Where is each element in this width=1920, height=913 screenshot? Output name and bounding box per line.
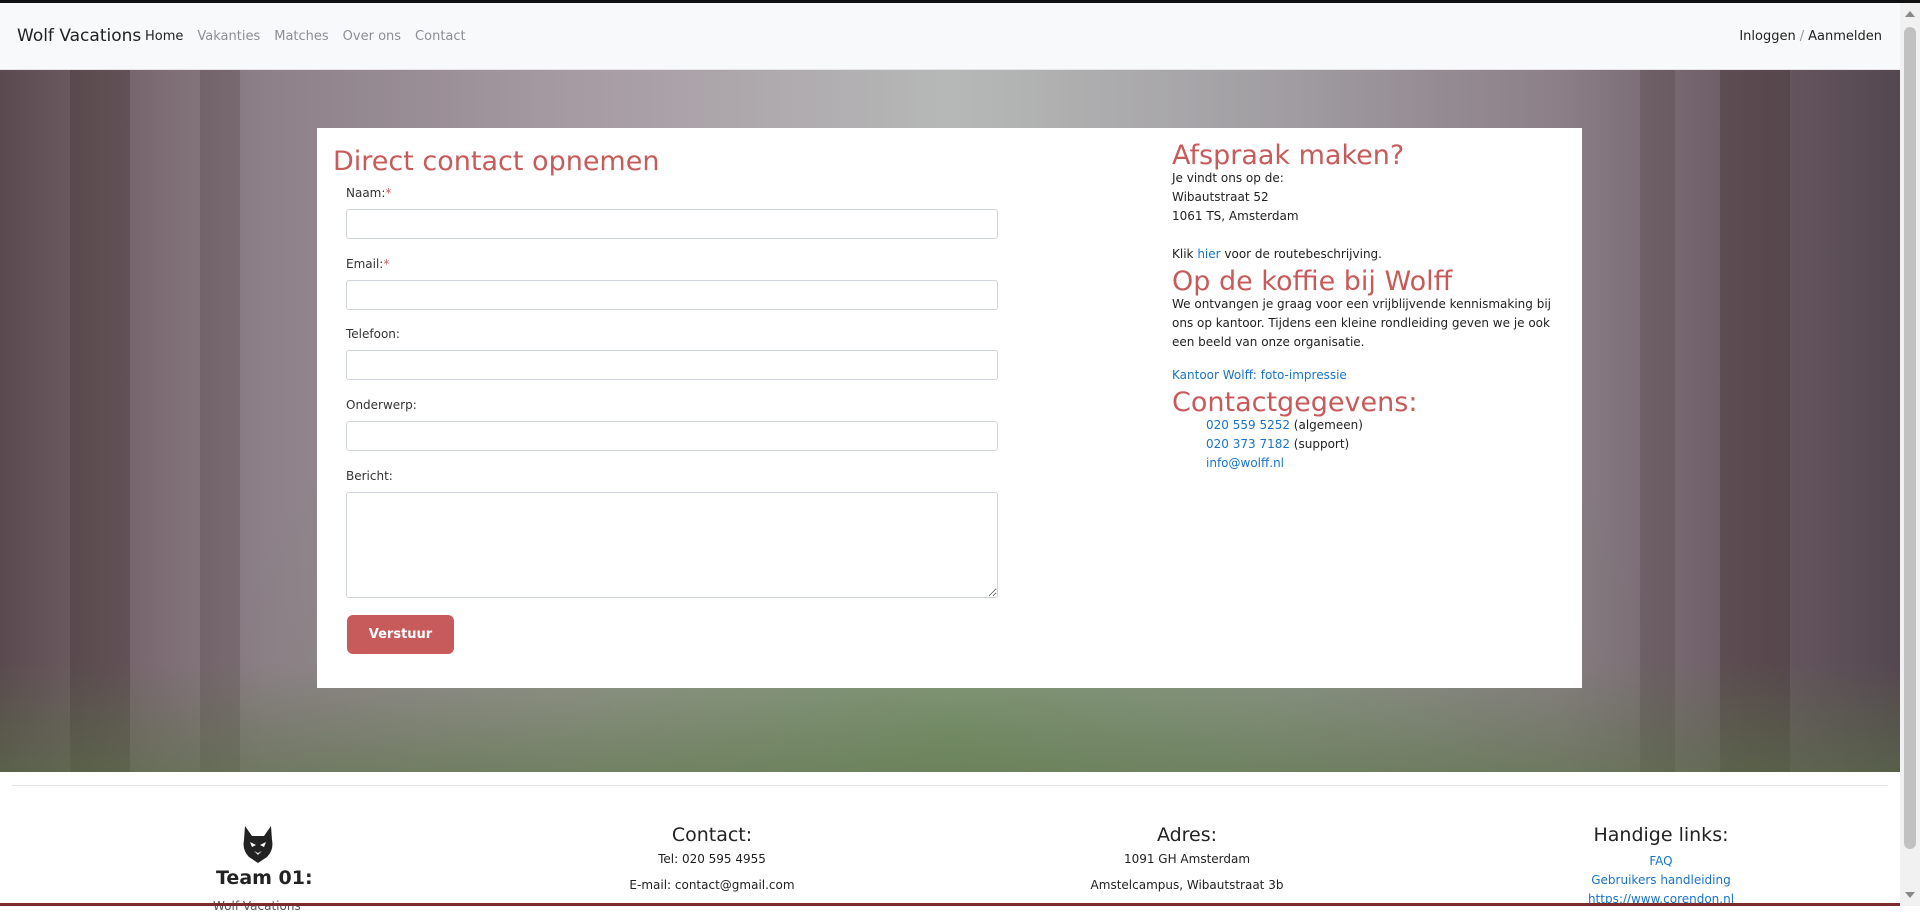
scrollbar-thumb[interactable]: [1904, 27, 1916, 849]
footer-team-title: Team 01:: [216, 867, 313, 889]
coffee-title: Op de koffie bij Wolff: [1172, 266, 1453, 297]
route-link[interactable]: hier: [1197, 247, 1220, 261]
footer-link-faq[interactable]: FAQ: [1561, 852, 1761, 871]
name-input[interactable]: [346, 209, 998, 239]
email-input[interactable]: [346, 280, 998, 310]
forest-background: Direct contact opnemen Naam:* Email:* Te…: [0, 70, 1900, 772]
email-link[interactable]: info@wolff.nl: [1206, 454, 1572, 473]
footer-team-sub: Wolf Vacations: [213, 899, 301, 913]
register-link[interactable]: Aanmelden: [1808, 29, 1882, 44]
route-line: Klik hier voor de routebeschrijving.: [1172, 247, 1382, 261]
subject-label: Onderwerp:: [346, 398, 417, 412]
footer-divider: [12, 785, 1888, 786]
scroll-up-arrow-icon[interactable]: [1905, 11, 1915, 17]
phone-support-line: 020 373 7182 (support): [1206, 437, 1350, 451]
name-label: Naam:*: [346, 186, 392, 200]
login-link[interactable]: Inloggen: [1739, 29, 1795, 44]
nav-vakanties[interactable]: Vakanties: [197, 29, 260, 44]
footer-contact-column: Contact: Tel: 020 595 4955 E-mail: conta…: [612, 824, 812, 904]
nav-contact[interactable]: Contact: [415, 29, 466, 44]
footer-link-manual[interactable]: Gebruikers handleiding: [1561, 871, 1761, 890]
contact-card: Direct contact opnemen Naam:* Email:* Te…: [317, 128, 1582, 688]
appointment-title: Afspraak maken?: [1172, 140, 1405, 171]
scroll-down-arrow-icon[interactable]: [1905, 892, 1915, 898]
footer-address-title: Adres:: [1156, 824, 1218, 846]
footer-address-column: Adres: 1091 GH Amsterdam Amstelcampus, W…: [1087, 824, 1287, 904]
footer-tel: Tel: 020 595 4955: [658, 852, 766, 866]
footer-link-corendon[interactable]: https://www.corendon.nl: [1561, 890, 1761, 909]
appointment-city: 1061 TS, Amsterdam: [1172, 209, 1299, 223]
appointment-intro: Je vindt ons op de:: [1172, 171, 1284, 185]
footer-email: E-mail: contact@gmail.com: [629, 878, 795, 892]
info-column: Afspraak maken? Je vindt ons op de: Wiba…: [1172, 140, 1572, 473]
contact-list: 020 559 5252 (algemeen) 020 373 7182 (su…: [1206, 416, 1572, 473]
nav-home[interactable]: Home: [145, 29, 183, 44]
footer-contact-title: Contact:: [671, 824, 753, 846]
footer-address-line2: Amstelcampus, Wibautstraat 3b: [1090, 878, 1284, 892]
nav-over-ons[interactable]: Over ons: [343, 29, 401, 44]
footer-address-line1: 1091 GH Amsterdam: [1123, 852, 1251, 866]
vertical-scrollbar[interactable]: [1900, 3, 1920, 906]
submit-button[interactable]: Verstuur: [347, 615, 454, 654]
phone-support-link[interactable]: 020 373 7182: [1206, 437, 1290, 451]
auth-separator: /: [1799, 29, 1805, 44]
message-textarea[interactable]: [346, 492, 998, 598]
footer: Team 01: Wolf Vacations Contact: Tel: 02…: [0, 772, 1900, 913]
subject-input[interactable]: [346, 421, 998, 451]
phone-general-line: 020 559 5252 (algemeen): [1206, 418, 1363, 432]
navbar: Wolf Vacations Home Vakanties Matches Ov…: [0, 3, 1900, 70]
email-label: Email:*: [346, 257, 390, 271]
coffee-text: We ontvangen je graag voor een vrijblijv…: [1172, 297, 1552, 349]
footer-links-title: Handige links:: [1593, 824, 1729, 846]
brand-logo-text[interactable]: Wolf Vacations: [17, 26, 141, 46]
message-label: Bericht:: [346, 469, 393, 483]
phone-label: Telefoon:: [346, 327, 400, 341]
footer-links-column: Handige links: FAQ Gebruikers handleidin…: [1561, 824, 1761, 909]
nav-matches[interactable]: Matches: [274, 29, 328, 44]
form-title: Direct contact opnemen: [333, 146, 660, 177]
photo-impression-link[interactable]: Kantoor Wolff: foto-impressie: [1172, 366, 1572, 385]
appointment-street: Wibautstraat 52: [1172, 190, 1269, 204]
main-nav: Home Vakanties Matches Over ons Contact: [145, 29, 480, 44]
phone-input[interactable]: [346, 350, 998, 380]
auth-links: Inloggen / Aanmelden: [1739, 29, 1882, 44]
contact-details-title: Contactgegevens:: [1172, 387, 1418, 418]
wolf-logo-icon: [243, 826, 273, 863]
phone-general-link[interactable]: 020 559 5252: [1206, 418, 1290, 432]
